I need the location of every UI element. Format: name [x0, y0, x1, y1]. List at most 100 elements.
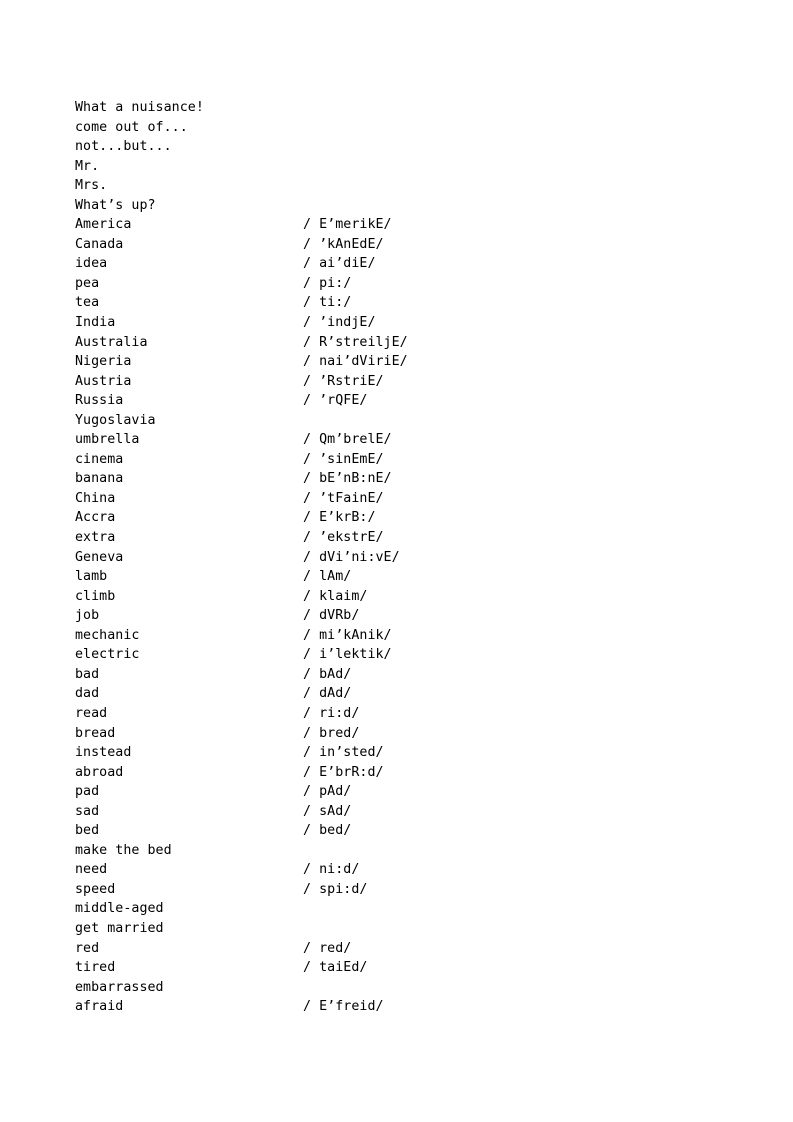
vocabulary-entry: What a nuisance!: [75, 98, 715, 118]
entry-term: Russia: [75, 393, 124, 409]
vocabulary-entry: tea / ti:/: [75, 293, 715, 313]
vocabulary-entry: bread / bred/: [75, 724, 715, 744]
entry-term: umbrella: [75, 432, 140, 448]
entry-term: afraid: [75, 999, 124, 1015]
entry-phonetic-transcription: / bE’nB:nE/: [303, 471, 392, 487]
vocabulary-entry: Accra / E’krB:/: [75, 508, 715, 528]
vocabulary-entry: dad / dAd/: [75, 684, 715, 704]
entry-phonetic-transcription: / lAm/: [303, 569, 352, 585]
entry-term: Mr.: [75, 158, 100, 174]
entry-term: Australia: [75, 334, 148, 350]
entry-phonetic-transcription: / E’brR:d/: [303, 764, 384, 780]
entry-term: sad: [75, 803, 100, 819]
entry-phonetic-transcription: / R’streiljE/: [303, 334, 408, 350]
vocabulary-entry: instead / in’sted/: [75, 743, 715, 763]
entry-phonetic-transcription: / ’tFainE/: [303, 490, 384, 506]
entry-phonetic-transcription: / dAd/: [303, 686, 352, 702]
entry-term: cinema: [75, 451, 124, 467]
vocabulary-entry: Yugoslavia: [75, 411, 715, 431]
entry-term: China: [75, 490, 116, 506]
entry-term: extra: [75, 530, 116, 546]
vocabulary-entry: electric / i’lektik/: [75, 645, 715, 665]
vocabulary-entry: need / ni:d/: [75, 860, 715, 880]
vocabulary-entry: bad / bAd/: [75, 665, 715, 685]
vocabulary-entry: extra / ’ekstrE/: [75, 528, 715, 548]
vocabulary-entry: America / E’merikE/: [75, 215, 715, 235]
entry-phonetic-transcription: / ’kAnEdE/: [303, 236, 384, 252]
entry-term: bed: [75, 823, 100, 839]
vocabulary-entry: Austria / ’RstriE/: [75, 372, 715, 392]
entry-term: Yugoslavia: [75, 412, 156, 428]
entry-term: climb: [75, 588, 116, 604]
vocabulary-entry: middle-aged: [75, 899, 715, 919]
entry-phonetic-transcription: / taiEd/: [303, 960, 368, 976]
vocabulary-entry: not...but...: [75, 137, 715, 157]
vocabulary-entry: pad / pAd/: [75, 782, 715, 802]
vocabulary-entry: speed / spi:d/: [75, 880, 715, 900]
vocabulary-entry: bed / bed/: [75, 821, 715, 841]
entry-term: Geneva: [75, 549, 124, 565]
entry-phonetic-transcription: / ’ekstrE/: [303, 530, 384, 546]
entry-term: India: [75, 315, 116, 331]
vocabulary-entry: lamb / lAm/: [75, 567, 715, 587]
entry-term: get married: [75, 920, 164, 936]
entry-term: make the bed: [75, 842, 172, 858]
vocabulary-entry: mechanic / mi’kAnik/: [75, 626, 715, 646]
entry-phonetic-transcription: / in’sted/: [303, 745, 384, 761]
entry-phonetic-transcription: / nai’dViriE/: [303, 354, 408, 370]
entry-term: mechanic: [75, 627, 140, 643]
entry-term: tea: [75, 295, 100, 311]
vocabulary-entry: cinema / ’sinEmE/: [75, 450, 715, 470]
entry-phonetic-transcription: / ai’diE/: [303, 256, 376, 272]
entry-term: red: [75, 940, 100, 956]
entry-phonetic-transcription: / i’lektik/: [303, 647, 392, 663]
entry-phonetic-transcription: / ni:d/: [303, 862, 360, 878]
vocabulary-entry: Mrs.: [75, 176, 715, 196]
entry-term: pad: [75, 784, 100, 800]
vocabulary-entry: get married: [75, 919, 715, 939]
vocabulary-entry: afraid / E’freid/: [75, 997, 715, 1017]
vocabulary-entry: Australia / R’streiljE/: [75, 333, 715, 353]
entry-term: pea: [75, 275, 100, 291]
entry-term: read: [75, 705, 108, 721]
entry-phonetic-transcription: / E’krB:/: [303, 510, 376, 526]
entry-term: job: [75, 608, 100, 624]
entry-phonetic-transcription: / E’merikE/: [303, 217, 392, 233]
vocabulary-entry: banana / bE’nB:nE/: [75, 469, 715, 489]
vocabulary-entry: What’s up?: [75, 196, 715, 216]
entry-term: America: [75, 217, 132, 233]
entry-phonetic-transcription: / ri:d/: [303, 705, 360, 721]
entry-term: come out of...: [75, 119, 188, 135]
vocabulary-entry: climb / klaim/: [75, 587, 715, 607]
vocabulary-entry: idea / ai’diE/: [75, 254, 715, 274]
entry-phonetic-transcription: / red/: [303, 940, 352, 956]
entry-phonetic-transcription: / klaim/: [303, 588, 368, 604]
entry-phonetic-transcription: / pAd/: [303, 784, 352, 800]
entry-phonetic-transcription: / sAd/: [303, 803, 352, 819]
entry-term: Mrs.: [75, 178, 108, 194]
vocabulary-entry: sad / sAd/: [75, 802, 715, 822]
entry-term: What a nuisance!: [75, 100, 204, 115]
vocabulary-entry: job / dVRb/: [75, 606, 715, 626]
entry-term: Austria: [75, 373, 132, 389]
entry-phonetic-transcription: / dVi’ni:vE/: [303, 549, 400, 565]
entry-term: not...but...: [75, 139, 172, 155]
entry-term: tired: [75, 960, 116, 976]
entry-phonetic-transcription: / ’sinEmE/: [303, 451, 384, 467]
document-page: What a nuisance! come out of... not...but.…: [0, 0, 793, 1122]
entry-term: embarrassed: [75, 979, 164, 995]
entry-term: What’s up?: [75, 197, 156, 213]
entry-phonetic-transcription: / dVRb/: [303, 608, 360, 624]
entry-term: lamb: [75, 569, 108, 585]
entry-phonetic-transcription: / bed/: [303, 823, 352, 839]
entry-term: speed: [75, 881, 116, 897]
entry-term: instead: [75, 745, 132, 761]
vocabulary-entry: red / red/: [75, 939, 715, 959]
entry-phonetic-transcription: / ’indjE/: [303, 315, 376, 331]
entry-term: electric: [75, 647, 140, 663]
entry-phonetic-transcription: / E’freid/: [303, 999, 384, 1015]
entry-phonetic-transcription: / ti:/: [303, 295, 352, 311]
vocabulary-entry: abroad / E’brR:d/: [75, 763, 715, 783]
entry-phonetic-transcription: / ’RstriE/: [303, 373, 384, 389]
vocabulary-entry: pea / pi:/: [75, 274, 715, 294]
